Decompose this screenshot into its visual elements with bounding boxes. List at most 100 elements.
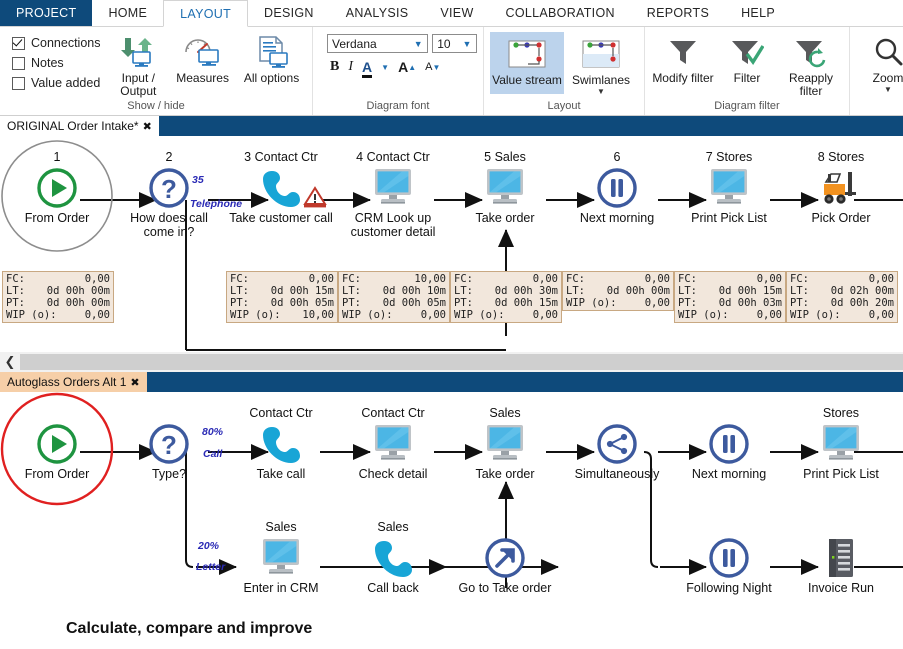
process-node[interactable]: 8 Stores Pick Order [786, 150, 896, 225]
font-color-dropdown-icon[interactable]: ▼ [381, 63, 389, 72]
metric-key: LT: [678, 285, 697, 297]
horizontal-scrollbar[interactable]: ❮ [0, 351, 903, 372]
diagram2-canvas[interactable]: From Order? Type? Contact Ctr Take call Cont… [0, 392, 903, 609]
filter-button[interactable]: Filter [715, 30, 779, 85]
close-icon[interactable]: ✖ [130, 376, 139, 389]
checkbox-notes-box[interactable] [12, 56, 25, 70]
metric-row-wip: WIP (o): 10,00 [230, 309, 334, 321]
close-icon[interactable]: ✖ [143, 120, 152, 133]
process-node[interactable]: From Order [2, 406, 112, 481]
diagram-tab-autoglass-orders-alt-1[interactable]: Autoglass Orders Alt 1 ✖ [0, 372, 147, 392]
ribbon-tab-analysis[interactable]: ANALYSIS [330, 0, 425, 26]
font-family-select[interactable]: Verdana ▼ [327, 34, 429, 53]
node-caption: Take call [256, 467, 306, 481]
ribbon-tab-help[interactable]: HELP [725, 0, 791, 26]
node-lane [786, 520, 896, 535]
all-options-button[interactable]: All options [237, 30, 306, 85]
scroll-left-icon[interactable]: ❮ [0, 353, 20, 371]
process-node[interactable]: Contact Ctr Check detail [338, 406, 448, 481]
metric-key: WIP (o): [678, 309, 729, 321]
node-caption: Print Pick List [803, 467, 879, 481]
process-node[interactable]: 4 Contact Ctr CRM Look up customer detail [338, 150, 448, 239]
process-node[interactable]: Sales Call back [338, 520, 448, 595]
metric-row-wip: WIP (o): 0,00 [342, 309, 446, 321]
magnifier-icon [872, 34, 903, 70]
metric-value: 0,00 [756, 309, 782, 321]
node-number-lane: 6 [613, 150, 621, 164]
metric-key: FC: [790, 273, 809, 285]
edge-label-20: 20% [198, 540, 220, 552]
metric-row-fc: FC: 0,00 [6, 273, 110, 285]
checkbox-notes[interactable]: Notes [12, 56, 101, 70]
process-node[interactable]: 1 From Order [2, 150, 112, 225]
metric-value: 0,00 [868, 273, 894, 285]
metric-key: FC: [678, 273, 697, 285]
node-number-lane: 7 Stores [705, 150, 753, 164]
checkbox-connections[interactable]: Connections [12, 36, 101, 50]
ribbon-tab-collaboration[interactable]: COLLABORATION [490, 0, 631, 26]
diagram-tab-original-order-intake[interactable]: ORIGINAL Order Intake* ✖ [0, 116, 159, 136]
node-caption: Next morning [691, 467, 767, 481]
reapply-filter-button[interactable]: Reapply filter [779, 30, 843, 98]
metric-value: 0d 00h 20m [830, 297, 894, 309]
measures-label: Measures [176, 71, 229, 85]
monitor-icon [786, 421, 896, 467]
metric-value: 0d 00h 05m [270, 297, 334, 309]
process-node[interactable]: Sales Enter in CRM [226, 520, 336, 595]
metric-row-wip: WIP (o): 0,00 [6, 309, 110, 321]
metric-value: 0d 00h 00m [46, 297, 110, 309]
chevron-down-icon[interactable]: ▼ [412, 39, 424, 49]
process-node[interactable]: 7 Stores Print Pick List [674, 150, 784, 225]
ribbon-tab-label: ANALYSIS [345, 6, 409, 20]
process-node[interactable]: 5 Sales Take order [450, 150, 560, 225]
process-node[interactable]: Go to Take order [450, 520, 560, 595]
checkbox-connections-box[interactable] [12, 36, 25, 50]
shrink-font-button[interactable]: A ▼ [425, 61, 440, 73]
ribbon-tab-design[interactable]: DESIGN [248, 0, 330, 26]
process-node[interactable]: Next morning [674, 406, 784, 481]
font-color-button[interactable]: A [362, 59, 373, 78]
swimlanes-button[interactable]: Swimlanes ▼ [564, 32, 638, 96]
checkbox-value-added-box[interactable] [12, 76, 25, 90]
process-node[interactable]: ? Type? [114, 406, 224, 481]
grow-font-button[interactable]: A ▲ [398, 59, 416, 75]
ribbon-tab-project[interactable]: PROJECT [0, 0, 93, 26]
ribbon-tab-reports[interactable]: REPORTS [631, 0, 725, 26]
italic-button[interactable]: I [348, 59, 353, 75]
measures-button[interactable]: Measures [168, 30, 237, 85]
input-output-button[interactable]: Input / Output [109, 30, 169, 98]
process-node[interactable]: 6 Next morning [562, 150, 672, 225]
swimlanes-icon [580, 36, 622, 72]
swimlanes-dropdown-icon[interactable]: ▼ [597, 87, 605, 96]
ribbon-group-show-hide: Connections Notes Value added Input / Ou… [0, 27, 312, 115]
all-options-icon [252, 34, 292, 70]
diagram1-canvas[interactable]: 1 From Order 2? How does call come in? 3 Con… [0, 136, 903, 351]
ribbon-tab-label: HELP [741, 6, 775, 20]
ribbon-tab-layout[interactable]: LAYOUT [163, 0, 249, 27]
metric-row-lt: LT: 0d 00h 00m [566, 285, 670, 297]
ribbon-tab-view[interactable]: VIEW [424, 0, 489, 26]
process-node[interactable]: Simultaneously [562, 406, 672, 481]
modify-filter-button[interactable]: Modify filter [651, 30, 715, 85]
ribbon-tab-strip: PROJECT HOME LAYOUT DESIGN ANALYSIS VIEW COLLA… [0, 0, 903, 27]
chevron-down-icon[interactable]: ▼ [461, 39, 473, 49]
checkbox-value-added[interactable]: Value added [12, 76, 101, 90]
process-node[interactable]: Following Night [674, 520, 784, 595]
scrollbar-track[interactable] [20, 354, 903, 370]
ribbon-tab-home[interactable]: HOME [92, 0, 163, 26]
all-options-label: All options [243, 71, 300, 85]
ribbon-tab-label: HOME [108, 6, 148, 20]
process-node[interactable]: Sales Take order [450, 406, 560, 481]
bold-button[interactable]: B [330, 59, 339, 75]
process-node[interactable]: Invoice Run [786, 520, 896, 595]
zoom-button[interactable]: Zoom ▼ [856, 30, 903, 94]
font-family-value: Verdana [332, 36, 377, 51]
font-size-select[interactable]: 10 ▼ [432, 34, 477, 53]
process-node[interactable]: Stores Print Pick List [786, 406, 896, 481]
zoom-dropdown-icon[interactable]: ▼ [884, 85, 892, 94]
process-node[interactable]: Contact Ctr Take call [226, 406, 336, 481]
metric-value: 0d 00h 00m [606, 285, 670, 297]
process-node[interactable]: 2? How does call come in? [114, 150, 224, 239]
node-caption: Simultaneously [574, 467, 660, 481]
value-stream-button[interactable]: Value stream [490, 32, 564, 94]
